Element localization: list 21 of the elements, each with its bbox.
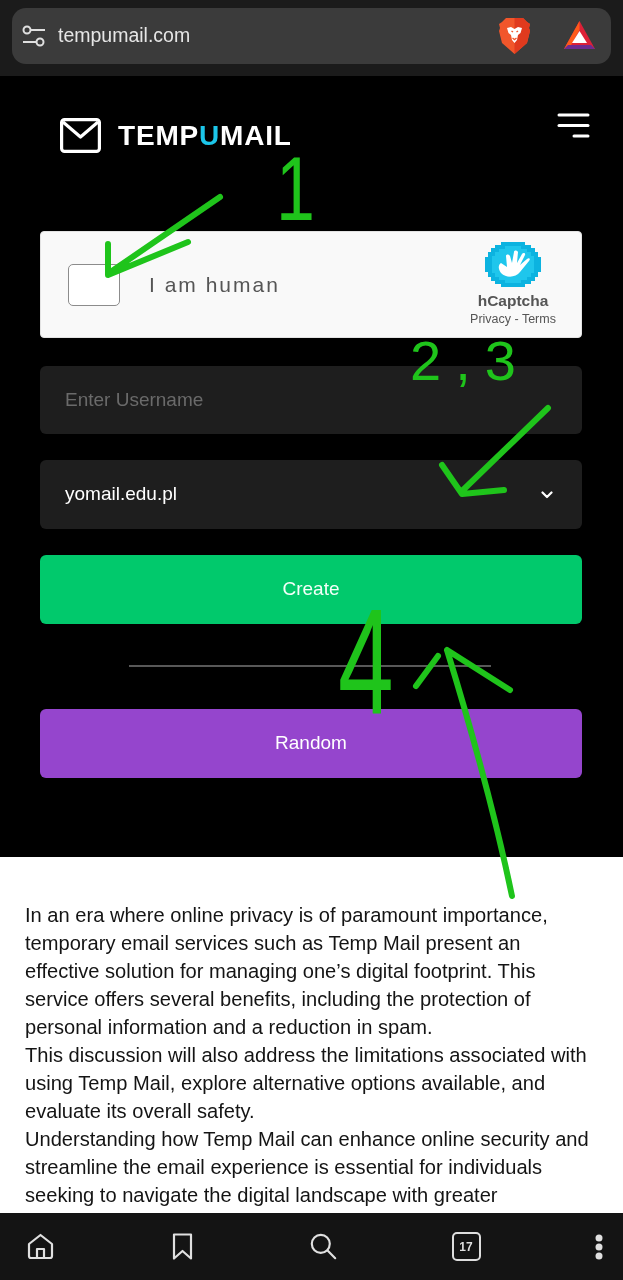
url-text[interactable]: tempumail.com (58, 21, 191, 51)
domain-select[interactable]: yomail.edu.pl (40, 460, 582, 529)
captcha-label: I am human (149, 271, 280, 298)
privacy-terms-link[interactable]: Privacy - Terms (470, 311, 556, 327)
article-paragraph: This discussion will also address the limitations associated with using Temp Mail, explore alternative options available, and evaluate its overall safety. (25, 1043, 588, 1124)
captcha-checkbox[interactable] (68, 263, 120, 306)
sliders-icon[interactable] (22, 25, 46, 47)
triangle-icon[interactable] (564, 21, 595, 51)
tab-count-button[interactable]: 17 (451, 1232, 481, 1261)
search-icon[interactable] (310, 1233, 337, 1260)
chevron-down-icon (541, 490, 553, 499)
more-options-icon[interactable] (595, 1233, 603, 1260)
home-icon[interactable] (27, 1233, 54, 1260)
hand-logo-icon (483, 242, 543, 288)
envelope-icon (60, 118, 101, 153)
lion-shield-icon[interactable] (499, 18, 530, 54)
article-paragraph: Understanding how Temp Mail can enhance online security and streamline the email experience is essential for individuals seeking to navigate the digital landscape with greater (25, 1127, 590, 1208)
captcha-brand-text: hCaptcha (477, 292, 549, 310)
menu-icon[interactable] (557, 113, 590, 138)
article-paragraph: In an era where online privacy is of paramount importance, temporary email services such as Temp Mail present an effective solution for managing one’s digital footprint. This service offers several benefits, including the protection of personal information and a reduction in spam. (25, 903, 549, 1040)
address-bar[interactable]: tempumail.com (12, 8, 611, 64)
